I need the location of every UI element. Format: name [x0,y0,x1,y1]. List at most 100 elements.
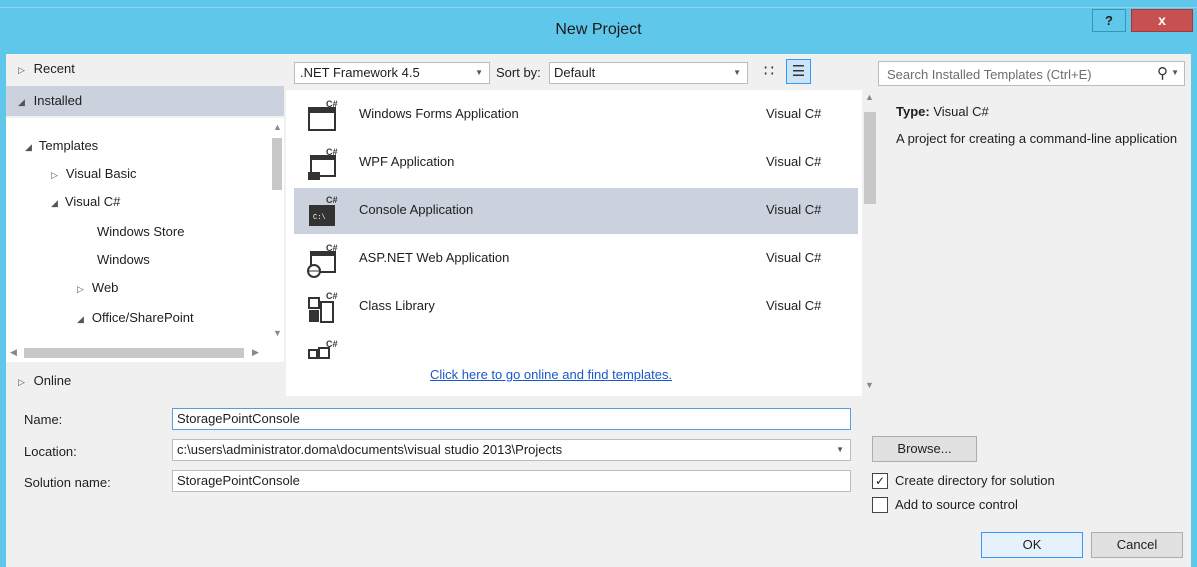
tree-label: Visual C# [64,194,121,209]
template-list-scrollbar[interactable]: ▲ ▼ [862,90,878,396]
small-icons-view-icon[interactable]: ∷ [758,60,780,84]
template-row-class-library[interactable]: C# Class Library Visual C# [294,284,858,330]
expand-arrow-icon: ▷ [18,377,25,387]
location-label: Location: [24,444,77,459]
nav-online-label: Online [33,373,72,388]
cancel-button[interactable]: Cancel [1091,532,1183,558]
collapse-arrow-icon: ◢ [77,314,84,324]
template-row-windows-forms[interactable]: C# Windows Forms Application Visual C# [294,92,858,138]
create-directory-label: Create directory for solution [895,473,1055,488]
solution-name-label: Solution name: [24,475,111,490]
svg-text:C#: C# [326,243,338,253]
expand-arrow-icon: ▷ [18,65,25,75]
type-value: Visual C# [933,104,989,119]
framework-select[interactable]: .NET Framework 4.5 ▼ [294,62,490,84]
template-name: ASP.NET Web Application [359,250,510,265]
dialog-body: ▷ Recent ◢ Installed ◢ Templates ▷ Visual … [6,54,1191,567]
tree-label: Windows Store [97,224,185,239]
template-tree: ◢ Templates ▷ Visual Basic ◢ Visual C# Wind… [6,118,284,344]
collapse-arrow-icon: ◢ [18,97,25,107]
scrollbar-thumb[interactable] [272,138,282,190]
sort-by-select[interactable]: Default ▼ [549,62,748,84]
expand-arrow-icon: ▷ [77,284,84,294]
collapse-arrow-icon: ◢ [51,198,58,208]
scroll-up-icon[interactable]: ▲ [273,122,282,132]
template-row-aspnet[interactable]: C# ASP.NET Web Application Visual C# [294,236,858,282]
search-input[interactable]: Search Installed Templates (Ctrl+E) ⚲ ▼ [878,61,1185,86]
svg-text:C#: C# [326,195,338,205]
source-control-label: Add to source control [895,497,1018,512]
tree-label: Office/SharePoint [91,310,194,325]
windows-forms-icon: C# [308,99,338,131]
scroll-up-icon[interactable]: ▲ [865,92,874,102]
scroll-right-icon[interactable]: ▶ [252,347,259,358]
ok-button[interactable]: OK [981,532,1083,558]
name-label: Name: [24,412,63,427]
wpf-icon: C# [308,147,338,180]
tree-label: Templates [38,138,99,153]
tree-item-windows-store[interactable]: Windows Store [97,218,184,246]
online-templates-link[interactable]: Click here to go online and find templat… [430,367,672,382]
aspnet-icon: C# [307,243,338,278]
template-type: Type: Visual C# [896,104,989,119]
template-language: Visual C# [766,250,822,265]
template-list: C# Windows Forms Application Visual C# C… [286,90,862,396]
nav-recent[interactable]: ▷ Recent [6,54,284,84]
tree-item-office-sharepoint[interactable]: ◢ Office/SharePoint [76,304,194,332]
help-button[interactable]: ? [1092,9,1126,32]
template-name: Class Library [359,298,435,313]
nav-installed[interactable]: ◢ Installed [6,86,284,116]
svg-text:C#: C# [326,339,338,349]
scroll-down-icon[interactable]: ▼ [865,380,874,390]
source-control-checkbox[interactable] [872,497,888,513]
create-directory-checkbox[interactable]: ✓ [872,473,888,489]
tree-label: Windows [97,252,150,267]
svg-text:C:\: C:\ [313,214,326,222]
tree-label: Visual Basic [65,166,137,181]
tree-vertical-scrollbar[interactable]: ▲ ▼ [270,120,284,342]
tree-item-windows[interactable]: Windows [97,246,150,274]
svg-text:C#: C# [326,291,338,301]
svg-text:C#: C# [326,99,338,109]
chevron-down-icon: ▼ [475,68,483,77]
tree-item-visual-csharp[interactable]: ◢ Visual C# [50,188,120,216]
solution-name-input[interactable]: StoragePointConsole [172,470,851,492]
nav-online[interactable]: ▷ Online [6,366,284,396]
scroll-left-icon[interactable]: ◀ [10,347,17,358]
list-view-icon[interactable]: ☰ [786,59,811,84]
template-language: Visual C# [766,298,822,313]
tree-horizontal-scrollbar[interactable]: ◀ ▶ [6,344,284,362]
tree-item-visual-basic[interactable]: ▷ Visual Basic [50,160,137,188]
scroll-down-icon[interactable]: ▼ [273,328,282,338]
project-name-input[interactable]: StoragePointConsole [172,408,851,430]
tree-item-web[interactable]: ▷ Web [76,274,118,302]
close-button[interactable]: x [1131,9,1193,32]
scrollbar-thumb[interactable] [864,112,876,204]
search-icon[interactable]: ⚲ [1157,64,1168,82]
chevron-down-icon: ▼ [733,68,741,77]
title-bar: New Project ? x [0,8,1197,54]
template-language: Visual C# [766,202,822,217]
template-row-console[interactable]: C:\ C# Console Application Visual C# [294,188,858,234]
console-icon: C:\ C# [309,195,338,226]
taskbar-strip [0,0,1197,8]
chevron-down-icon[interactable]: ▼ [1171,68,1179,77]
nav-installed-label: Installed [33,93,83,108]
sort-by-value: Default [554,65,596,80]
location-value: c:\users\administrator.doma\documents\vi… [177,442,563,457]
tree-item-templates[interactable]: ◢ Templates [24,132,98,160]
location-select[interactable]: c:\users\administrator.doma\documents\vi… [172,439,851,461]
template-row-wpf[interactable]: C# WPF Application Visual C# [294,140,858,186]
template-name: Windows Forms Application [359,106,519,121]
checkmark-icon: ✓ [874,474,886,488]
browse-button[interactable]: Browse... [872,436,977,462]
template-name: WPF Application [359,154,455,169]
scrollbar-thumb[interactable] [24,348,244,358]
search-placeholder: Search Installed Templates (Ctrl+E) [887,67,1092,82]
framework-value: .NET Framework 4.5 [300,65,420,80]
template-language: Visual C# [766,106,822,121]
class-library-icon: C# [308,291,338,323]
category-nav: ▷ Recent ◢ Installed ◢ Templates ▷ Visual … [6,54,284,398]
template-details: Type: Visual C# A project for creating a… [882,90,1188,396]
sort-by-label: Sort by: [496,65,541,80]
